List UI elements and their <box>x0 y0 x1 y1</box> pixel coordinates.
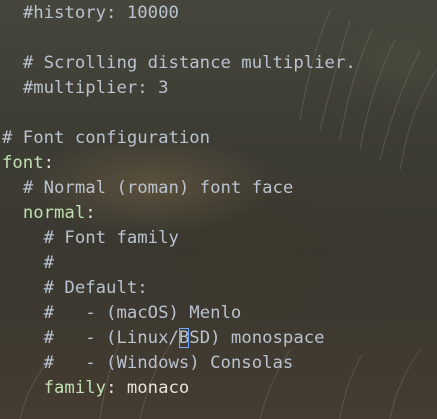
yaml-separator: : <box>43 153 55 173</box>
comment-text: SD) monospace <box>189 328 325 348</box>
comment-text: # Font configuration <box>2 128 211 148</box>
comment-text: # Default: <box>43 278 148 298</box>
editor-line[interactable]: # - (Windows) Consolas <box>2 351 294 376</box>
comment-text: # - (macOS) Menlo <box>43 303 242 323</box>
yaml-key: normal <box>22 203 86 223</box>
comment-text: # Font family <box>43 228 179 248</box>
editor-line[interactable]: # Default: <box>2 276 148 301</box>
comment-text: # <box>43 253 55 273</box>
terminal-editor[interactable]: #history: 10000 # Scrolling distance mul… <box>0 0 437 419</box>
editor-line[interactable]: #multiplier: 3 <box>2 76 169 101</box>
yaml-separator: : <box>106 378 127 398</box>
yaml-key: family <box>43 378 107 398</box>
editor-line[interactable]: # Normal (roman) font face <box>2 176 294 201</box>
comment-text: # Normal (roman) font face <box>22 178 294 198</box>
editor-line[interactable]: #history: 10000 <box>2 1 179 26</box>
comment-text: #history: 10000 <box>22 3 179 23</box>
yaml-key: font <box>2 153 44 173</box>
comment-text: #multiplier: 3 <box>22 78 169 98</box>
comment-text: # Scrolling distance multiplier. <box>22 53 356 73</box>
editor-line[interactable]: # - (macOS) Menlo <box>2 301 242 326</box>
editor-line[interactable]: # <box>2 251 54 276</box>
editor-line[interactable]: # Font family <box>2 226 179 251</box>
comment-text: # - (Windows) Consolas <box>43 353 294 373</box>
text-cursor[interactable]: B <box>178 328 190 348</box>
editor-line[interactable]: # - (Linux/BSD) monospace <box>2 326 325 351</box>
yaml-separator: : <box>85 203 96 223</box>
yaml-value: monaco <box>126 378 190 398</box>
editor-line[interactable]: normal: <box>2 201 96 226</box>
editor-line[interactable]: font: <box>2 151 54 176</box>
editor-line[interactable]: # Scrolling distance multiplier. <box>2 51 356 76</box>
editor-line[interactable]: # Font configuration <box>2 126 210 151</box>
comment-text: # - (Linux/ <box>43 328 179 348</box>
editor-line[interactable]: family: monaco <box>2 376 190 401</box>
